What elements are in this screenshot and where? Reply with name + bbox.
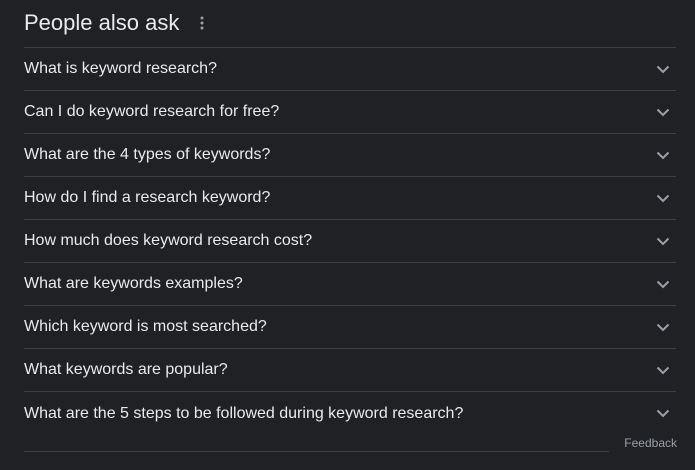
question-item[interactable]: How do I find a research keyword?	[24, 177, 676, 220]
question-text: What keywords are popular?	[24, 361, 228, 378]
question-text: What are the 4 types of keywords?	[24, 146, 271, 163]
chevron-down-icon	[651, 229, 675, 253]
chevron-down-icon	[651, 402, 675, 426]
question-text: Which keyword is most searched?	[24, 318, 267, 335]
paa-title: People also ask	[24, 9, 180, 35]
question-text: How do I find a research keyword?	[24, 189, 271, 206]
question-item[interactable]: What keywords are popular?	[24, 349, 676, 392]
question-item[interactable]: What are keywords examples?	[24, 263, 676, 306]
paa-footer: Feedback	[24, 434, 677, 452]
question-text: What are keywords examples?	[24, 275, 243, 292]
people-also-ask: People also ask What is keyword research…	[24, 0, 676, 435]
question-item[interactable]: Can I do keyword research for free?	[24, 91, 676, 134]
footer-divider	[24, 450, 610, 452]
question-item[interactable]: What are the 4 types of keywords?	[24, 134, 676, 177]
question-item[interactable]: Which keyword is most searched?	[24, 306, 676, 349]
chevron-down-icon	[651, 143, 675, 167]
chevron-down-icon	[651, 100, 675, 124]
more-vert-icon[interactable]	[192, 13, 212, 33]
chevron-down-icon	[651, 57, 675, 81]
feedback-link[interactable]: Feedback	[624, 435, 677, 451]
chevron-down-icon	[651, 315, 675, 339]
chevron-down-icon	[651, 272, 675, 296]
question-text: Can I do keyword research for free?	[24, 103, 280, 120]
question-text: What are the 5 steps to be followed duri…	[24, 404, 464, 422]
question-text: What is keyword research?	[24, 60, 217, 77]
paa-header: People also ask	[24, 0, 676, 48]
question-text: How much does keyword research cost?	[24, 232, 313, 249]
chevron-down-icon	[651, 186, 675, 210]
chevron-down-icon	[651, 358, 675, 382]
question-item[interactable]: What is keyword research?	[24, 48, 676, 91]
question-item[interactable]: What are the 5 steps to be followed duri…	[24, 392, 676, 435]
question-item[interactable]: How much does keyword research cost?	[24, 220, 676, 263]
question-list: What is keyword research? Can I do keywo…	[24, 48, 676, 435]
